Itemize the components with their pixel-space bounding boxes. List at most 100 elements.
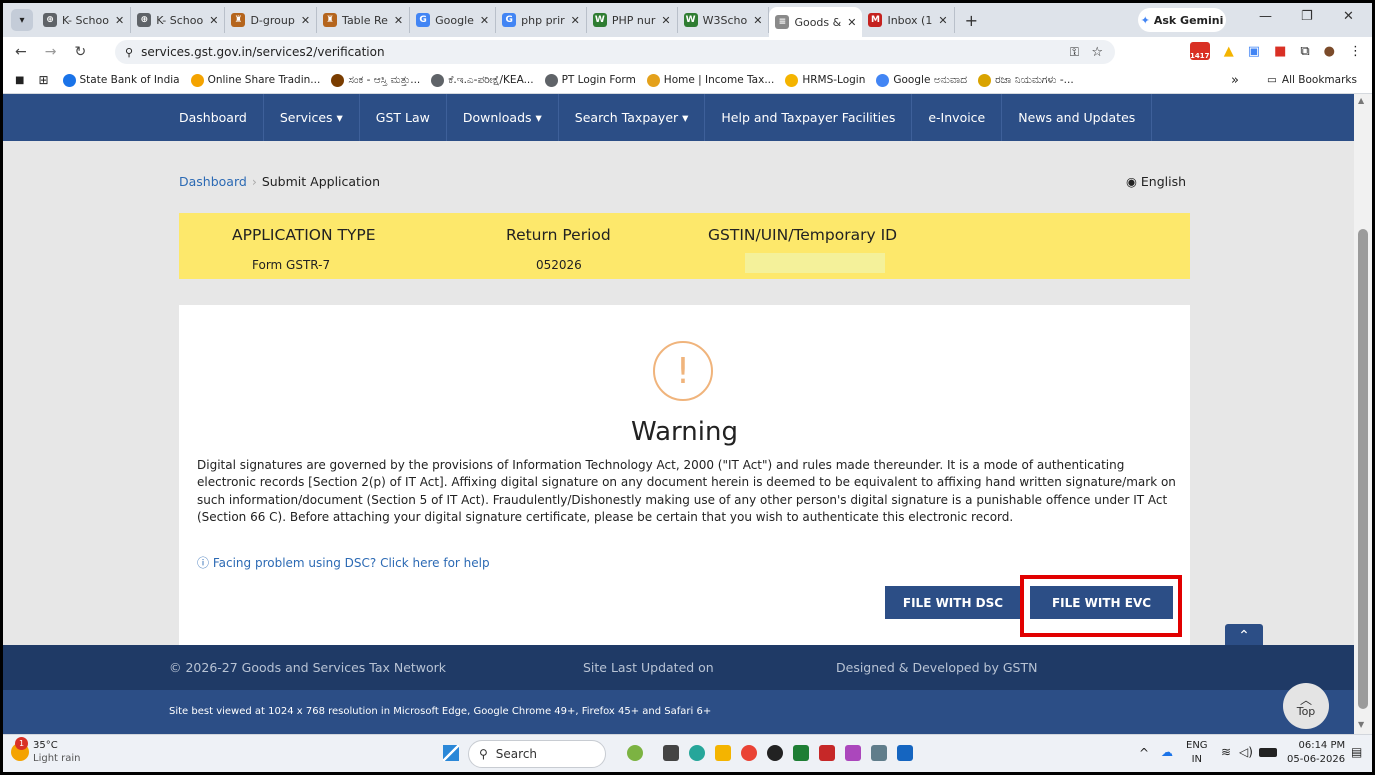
- nav-item[interactable]: Downloads ▾: [447, 94, 559, 141]
- return-period-value: 052026: [536, 258, 582, 272]
- ask-gemini-button[interactable]: ✦ Ask Gemini: [1138, 8, 1226, 32]
- tray-chevron-up-icon[interactable]: ^: [1139, 746, 1149, 760]
- input-language[interactable]: ENG IN: [1186, 739, 1208, 767]
- outlook-icon[interactable]: [897, 745, 913, 761]
- bookmark-star-icon[interactable]: ☆: [1091, 45, 1103, 60]
- bookmark-item[interactable]: State Bank of India: [62, 73, 180, 87]
- file-with-dsc-button[interactable]: FILE WITH DSC: [885, 586, 1021, 619]
- plant-app-icon[interactable]: [627, 745, 643, 761]
- chrome-icon[interactable]: [741, 745, 757, 761]
- all-bookmarks-button[interactable]: ▭ All Bookmarks: [1267, 74, 1357, 86]
- tab-close-icon[interactable]: ✕: [753, 14, 762, 27]
- media-app-icon[interactable]: [845, 745, 861, 761]
- tab-search-button[interactable]: ▾: [11, 9, 33, 31]
- browser-tab[interactable]: ⊕ K- Schoo ✕: [131, 7, 226, 33]
- tab-close-icon[interactable]: ✕: [480, 14, 489, 27]
- nav-item[interactable]: Help and Taxpayer Facilities: [705, 94, 913, 141]
- restore-icon[interactable]: ❐: [1301, 9, 1313, 24]
- tab-close-icon[interactable]: ✕: [209, 14, 218, 27]
- drive-extension-icon[interactable]: ▲: [1224, 44, 1234, 59]
- file-explorer-icon[interactable]: [715, 745, 731, 761]
- wifi-icon[interactable]: ≋: [1221, 745, 1231, 759]
- excel-icon[interactable]: [793, 745, 809, 761]
- tab-close-icon[interactable]: ✕: [571, 14, 580, 27]
- windows-start-icon[interactable]: [443, 745, 459, 761]
- bookmark-item[interactable]: Google ಅನುವಾದ: [876, 73, 967, 87]
- profile-avatar-icon[interactable]: ●: [1324, 44, 1335, 59]
- chat-app-icon[interactable]: [689, 745, 705, 761]
- tab-title: W3Scho: [702, 13, 748, 27]
- language-selector[interactable]: ◉ English: [1126, 174, 1186, 189]
- site-info-icon[interactable]: ⚲: [125, 46, 133, 59]
- nav-item[interactable]: Search Taxpayer ▾: [559, 94, 706, 141]
- address-bar[interactable]: ⚲ services.gst.gov.in/services2/verifica…: [115, 40, 1115, 64]
- close-window-icon[interactable]: ✕: [1343, 9, 1354, 24]
- filezilla-icon[interactable]: [819, 745, 835, 761]
- browser-tab[interactable]: ⊕ K- Schoo ✕: [37, 7, 132, 33]
- all-bookmarks-label: All Bookmarks: [1281, 74, 1357, 86]
- tab-close-icon[interactable]: ✕: [661, 14, 670, 27]
- calculator-icon[interactable]: [871, 745, 887, 761]
- browser-tab[interactable]: W W3Scho ✕: [678, 7, 770, 33]
- bookmark-item[interactable]: Online Share Tradin...: [190, 73, 320, 87]
- dsc-help-label: Facing problem using DSC? Click here for…: [212, 556, 490, 570]
- browser-tab[interactable]: ♜ D-group ✕: [225, 7, 318, 33]
- bookmark-favicon-icon: [646, 73, 660, 87]
- nav-item[interactable]: Services ▾: [264, 94, 360, 141]
- scrollbar-thumb[interactable]: [1358, 229, 1368, 709]
- browser-tab[interactable]: W PHP nur ✕: [587, 7, 678, 33]
- dsc-help-link[interactable]: ⓘ Facing problem using DSC? Click here f…: [197, 554, 490, 571]
- bookmark-item[interactable]: ಕೆ.ಇ.ಎ-ಪರೀಕ್ಷೆ/KEA...: [431, 73, 534, 87]
- browser-tab[interactable]: G Google ✕: [410, 7, 497, 33]
- clock[interactable]: 06:14 PM 05-06-2026: [1287, 739, 1345, 767]
- bookmark-item[interactable]: HRMS-Login: [785, 73, 865, 87]
- page-scrollbar[interactable]: ▲ ▼: [1354, 94, 1372, 734]
- back-to-top-button[interactable]: ︿ Top: [1283, 683, 1329, 729]
- footer-bottom: Site best viewed at 1024 x 768 resolutio…: [3, 690, 1354, 734]
- minimize-icon[interactable]: —: [1259, 9, 1272, 24]
- bookmark-item[interactable]: PT Login Form: [544, 73, 636, 87]
- translate-extension-icon[interactable]: ▣: [1248, 44, 1260, 59]
- task-view-icon[interactable]: [663, 745, 679, 761]
- browser-tab[interactable]: M Inbox (1 ✕: [862, 7, 955, 33]
- scroll-down-arrow-icon[interactable]: ▼: [1358, 720, 1364, 729]
- tab-close-icon[interactable]: ✕: [301, 14, 310, 27]
- battery-icon[interactable]: [1259, 748, 1277, 757]
- tab-close-icon[interactable]: ✕: [847, 16, 856, 29]
- browser-tab[interactable]: Gphp prir ✕: [496, 7, 587, 33]
- pdf-extension-icon[interactable]: ■: [1274, 44, 1286, 59]
- tab-close-icon[interactable]: ✕: [394, 14, 403, 27]
- apps-grid-icon[interactable]: ⊞: [38, 73, 48, 87]
- volume-icon[interactable]: ◁): [1239, 745, 1253, 759]
- nav-item[interactable]: GST Law: [360, 94, 447, 141]
- calendar-extension-icon[interactable]: 1417: [1189, 42, 1210, 60]
- bookmarks-overflow-button[interactable]: »: [1231, 73, 1239, 88]
- breadcrumb-dashboard-link[interactable]: Dashboard: [179, 174, 247, 189]
- footer-designed-by: Designed & Developed by GSTN: [836, 660, 1038, 675]
- scroll-up-arrow-icon[interactable]: ▲: [1358, 96, 1364, 105]
- bookmark-item[interactable]: Home | Income Tax...: [646, 73, 774, 87]
- obs-icon[interactable]: [767, 745, 783, 761]
- bookmark-item[interactable]: ಸಂಕ - ಆಸ್ತಿ ಮತ್ತು...: [331, 73, 420, 87]
- cloud-tray-icon[interactable]: ☁: [1161, 745, 1173, 759]
- nav-item[interactable]: e-Invoice: [912, 94, 1003, 141]
- forward-icon[interactable]: →: [45, 44, 57, 60]
- password-key-icon[interactable]: ⚿: [1070, 45, 1079, 60]
- back-icon[interactable]: ←: [15, 44, 27, 60]
- browser-tab[interactable]: ≡ Goods & ✕: [769, 7, 863, 37]
- reload-icon[interactable]: ↻: [74, 44, 86, 60]
- browser-tab[interactable]: ♜ Table Re ✕: [317, 7, 411, 33]
- notification-icon[interactable]: ▤: [1351, 745, 1362, 759]
- new-tab-button[interactable]: +: [965, 11, 978, 30]
- extensions-puzzle-icon[interactable]: ⧉: [1300, 44, 1309, 59]
- weather-widget[interactable]: 1 35°C Light rain: [11, 737, 81, 765]
- taskbar-search[interactable]: ⚲ Search: [468, 740, 606, 768]
- tab-close-icon[interactable]: ✕: [938, 14, 947, 27]
- nav-item[interactable]: Dashboard: [163, 94, 264, 141]
- return-period-header: Return Period: [506, 226, 611, 244]
- bookmark-item[interactable]: ರಜಾ ನಿಯಮಗಳು -...: [978, 73, 1074, 87]
- menu-kebab-icon[interactable]: ⋮: [1349, 44, 1362, 59]
- nav-item[interactable]: News and Updates: [1002, 94, 1153, 141]
- bookmark-square-icon[interactable]: ■: [15, 75, 24, 86]
- tab-close-icon[interactable]: ✕: [115, 14, 124, 27]
